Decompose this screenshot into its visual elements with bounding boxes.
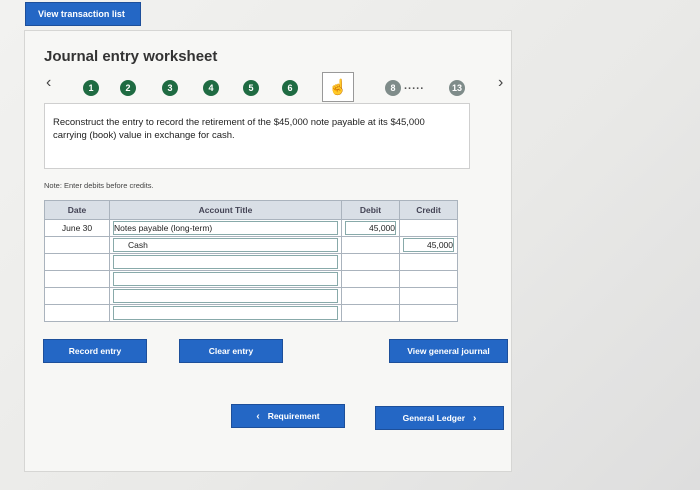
table-row: [44, 304, 458, 322]
header-credit: Credit: [399, 200, 458, 220]
account-cell[interactable]: [109, 253, 342, 271]
header-date: Date: [44, 200, 110, 220]
header-debit: Debit: [341, 200, 400, 220]
date-cell[interactable]: [44, 270, 110, 288]
debit-cell[interactable]: 45,000: [341, 219, 400, 237]
date-cell[interactable]: [44, 287, 110, 305]
debit-cell[interactable]: [341, 253, 400, 271]
step-1[interactable]: 1: [83, 80, 99, 96]
record-entry-button[interactable]: Record entry: [43, 339, 147, 363]
credit-cell[interactable]: [399, 253, 458, 271]
step-ellipsis: .....: [404, 80, 425, 92]
date-cell[interactable]: [44, 253, 110, 271]
debit-cell[interactable]: [341, 236, 400, 254]
account-input[interactable]: Notes payable (long-term): [113, 221, 338, 235]
view-general-journal-button[interactable]: View general journal: [389, 339, 508, 363]
credit-input[interactable]: 45,000: [403, 238, 454, 252]
requirement-label: Requirement: [267, 411, 320, 421]
account-input[interactable]: [113, 255, 338, 269]
credit-cell[interactable]: [399, 287, 458, 305]
account-cell[interactable]: [109, 287, 342, 305]
table-row: [44, 253, 458, 271]
debit-cell[interactable]: [341, 304, 400, 322]
chevron-left-icon: ‹: [256, 410, 260, 422]
debit-cell[interactable]: [341, 270, 400, 288]
general-ledger-label: General Ledger: [402, 413, 465, 423]
date-cell[interactable]: [44, 304, 110, 322]
account-input[interactable]: [113, 272, 338, 286]
table-row: [44, 270, 458, 288]
credit-cell[interactable]: [399, 304, 458, 322]
account-input[interactable]: [113, 306, 338, 320]
requirement-button[interactable]: ‹ Requirement: [231, 404, 345, 428]
view-transaction-list-button[interactable]: View transaction list: [25, 2, 141, 26]
general-ledger-button[interactable]: General Ledger ›: [375, 406, 504, 430]
chevron-right-icon: ›: [473, 412, 477, 424]
step-8[interactable]: 8: [385, 80, 401, 96]
prompt-box: Reconstruct the entry to record the reti…: [44, 103, 470, 169]
debit-cell[interactable]: [341, 287, 400, 305]
step-7-active[interactable]: ☝: [322, 72, 354, 102]
next-arrow-icon[interactable]: ›: [498, 74, 503, 92]
table-row: Cash 45,000: [44, 236, 458, 254]
account-cell[interactable]: [109, 270, 342, 288]
step-5[interactable]: 5: [243, 80, 259, 96]
prompt-text: Reconstruct the entry to record the reti…: [53, 117, 425, 141]
note-text: Note: Enter debits before credits.: [44, 181, 154, 190]
credit-cell[interactable]: [399, 270, 458, 288]
clear-entry-button[interactable]: Clear entry: [179, 339, 283, 363]
step-2[interactable]: 2: [120, 80, 136, 96]
hand-cursor-icon: ☝: [328, 79, 348, 96]
account-cell[interactable]: Notes payable (long-term): [109, 219, 342, 237]
step-6[interactable]: 6: [282, 80, 298, 96]
page-title: Journal entry worksheet: [44, 48, 218, 65]
step-4[interactable]: 4: [203, 80, 219, 96]
journal-table: Date Account Title Debit Credit June 30 …: [44, 200, 458, 322]
date-cell[interactable]: June 30: [44, 219, 110, 237]
step-3[interactable]: 3: [162, 80, 178, 96]
debit-input[interactable]: 45,000: [345, 221, 396, 235]
account-input[interactable]: [113, 289, 338, 303]
header-account: Account Title: [109, 200, 342, 220]
account-cell[interactable]: [109, 304, 342, 322]
date-cell[interactable]: [44, 236, 110, 254]
credit-cell[interactable]: [399, 219, 458, 237]
prev-arrow-icon[interactable]: ‹: [46, 74, 51, 92]
table-row: June 30 Notes payable (long-term) 45,000: [44, 219, 458, 237]
account-cell[interactable]: Cash: [109, 236, 342, 254]
table-row: [44, 287, 458, 305]
credit-cell[interactable]: 45,000: [399, 236, 458, 254]
account-input[interactable]: Cash: [113, 238, 338, 252]
step-13[interactable]: 13: [449, 80, 465, 96]
